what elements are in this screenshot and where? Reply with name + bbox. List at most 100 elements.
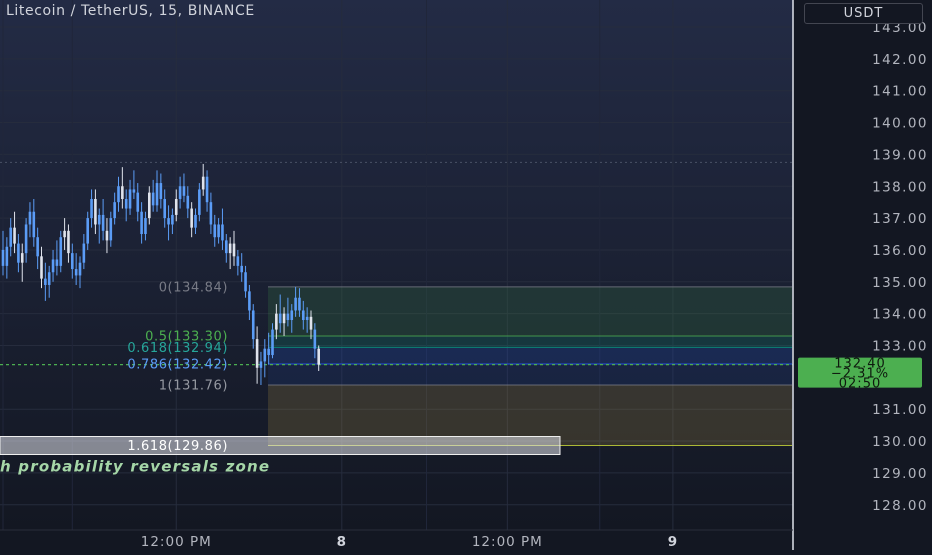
candle-body: [51, 259, 55, 273]
candle-body: [267, 348, 270, 356]
price-axis[interactable]: 143.00142.00141.00140.00139.00138.00137.…: [792, 0, 932, 550]
candle-body: [282, 313, 286, 324]
candle-body: [28, 211, 32, 225]
candle-body: [201, 176, 205, 190]
candle-body: [290, 310, 294, 321]
candle-body: [17, 243, 20, 263]
fib-1618-highlight: [0, 436, 561, 456]
price-tick-label: 139.00: [872, 147, 928, 163]
candle-body: [74, 269, 78, 276]
candle-body: [78, 262, 82, 276]
candle-body: [94, 198, 97, 225]
candle-body: [244, 272, 247, 292]
candle-body: [151, 192, 155, 206]
candle-body: [294, 297, 297, 311]
price-tick-label: 128.00: [872, 498, 928, 514]
candle-body: [228, 243, 232, 254]
time-tick-label: 12:00 PM: [472, 534, 543, 550]
fib-label-1: 1(131.76): [159, 378, 228, 393]
price-tick-label: 133.00: [872, 339, 928, 355]
candle-body: [117, 186, 120, 203]
candle-body: [140, 211, 143, 235]
time-tick-label: 12:00 PM: [141, 534, 212, 550]
candle-body: [113, 202, 116, 219]
symbol-title[interactable]: Litecoin / TetherUS, 15, BINANCE: [6, 3, 255, 19]
candle-body: [240, 265, 243, 273]
price-tick-label: 136.00: [872, 243, 928, 259]
candle-body: [82, 243, 86, 263]
candle-body: [302, 310, 305, 321]
candle-body: [63, 230, 66, 238]
candle-body: [47, 272, 51, 285]
price-tick-label: 130.00: [872, 434, 928, 450]
candle-body: [132, 189, 136, 193]
candle-body: [174, 198, 178, 215]
candle-body: [271, 329, 274, 356]
candle-body: [128, 189, 132, 209]
candle-body: [5, 246, 9, 266]
candle-body: [44, 278, 47, 285]
candlestick-chart[interactable]: 0(134.84)0.5(133.30)0.618(132.94)0.786(1…: [0, 0, 932, 550]
candle-body: [278, 313, 282, 324]
candle-body: [71, 253, 74, 270]
candle-body: [144, 218, 147, 235]
candle-body: [59, 237, 63, 266]
candle-body: [255, 339, 259, 368]
candle-body: [36, 237, 39, 257]
candle-body: [205, 176, 209, 203]
price-tick-label: 142.00: [872, 52, 928, 68]
candle-body: [275, 313, 278, 330]
price-tick-label: 138.00: [872, 179, 928, 195]
candle-body: [305, 316, 309, 321]
candle-body: [24, 224, 28, 254]
candle-body: [1, 249, 5, 266]
candle-body: [313, 329, 317, 349]
candle-body: [198, 189, 201, 215]
candle-body: [221, 224, 224, 241]
price-tick-label: 137.00: [872, 211, 928, 227]
price-tick-label: 140.00: [872, 116, 928, 132]
candle-body: [213, 224, 217, 238]
candle-body: [217, 224, 220, 238]
fib-zone-05-0618: [268, 335, 792, 348]
candle-body: [259, 361, 263, 368]
candle-body: [109, 218, 113, 241]
currency-button[interactable]: USDT: [804, 3, 923, 24]
price-tick-label: 134.00: [872, 307, 928, 323]
candle-body: [286, 313, 290, 321]
candle-body: [309, 316, 313, 330]
candle-body: [136, 192, 140, 212]
candle-body: [178, 186, 182, 199]
fib-zone-0618-0786: [268, 347, 792, 364]
candle-body: [32, 211, 36, 238]
chart-area[interactable]: 0(134.84) 0.5(133.30) 0.618(132.94) 0.786(1…: [0, 0, 932, 550]
candle-body: [209, 202, 213, 225]
fib-zone-0-05: [268, 286, 792, 336]
candle-body: [90, 198, 93, 219]
candle-body: [248, 291, 251, 311]
price-tick-label: 135.00: [872, 275, 928, 291]
candle-body: [251, 310, 255, 340]
time-axis[interactable]: 12:00 PM 8 12:00 PM 9: [0, 529, 793, 550]
candle-body: [236, 256, 240, 266]
fib-label-0: 0(134.84): [159, 280, 228, 295]
candle-body: [124, 198, 128, 209]
price-tick-label: 129.00: [872, 466, 928, 482]
fib-label-0-618: 0.618(132.94): [127, 341, 228, 356]
candle-body: [186, 195, 190, 209]
time-tick-label: 9: [668, 534, 678, 550]
candle-body: [225, 240, 228, 254]
fib-label-0-786: 0.786(132.42): [127, 357, 228, 372]
candle-body: [55, 259, 59, 266]
candle-body: [9, 227, 12, 247]
candle-body: [159, 183, 163, 199]
candle-body: [171, 214, 174, 225]
candle-body: [263, 348, 267, 362]
candle-body: [105, 230, 109, 241]
candle-body: [167, 218, 170, 225]
price-tick-label: 141.00: [872, 84, 928, 100]
zone-label: h probability reversals zone: [0, 458, 270, 476]
candle-body: [232, 243, 236, 257]
candle-body: [317, 348, 320, 365]
candle-body: [67, 230, 70, 254]
